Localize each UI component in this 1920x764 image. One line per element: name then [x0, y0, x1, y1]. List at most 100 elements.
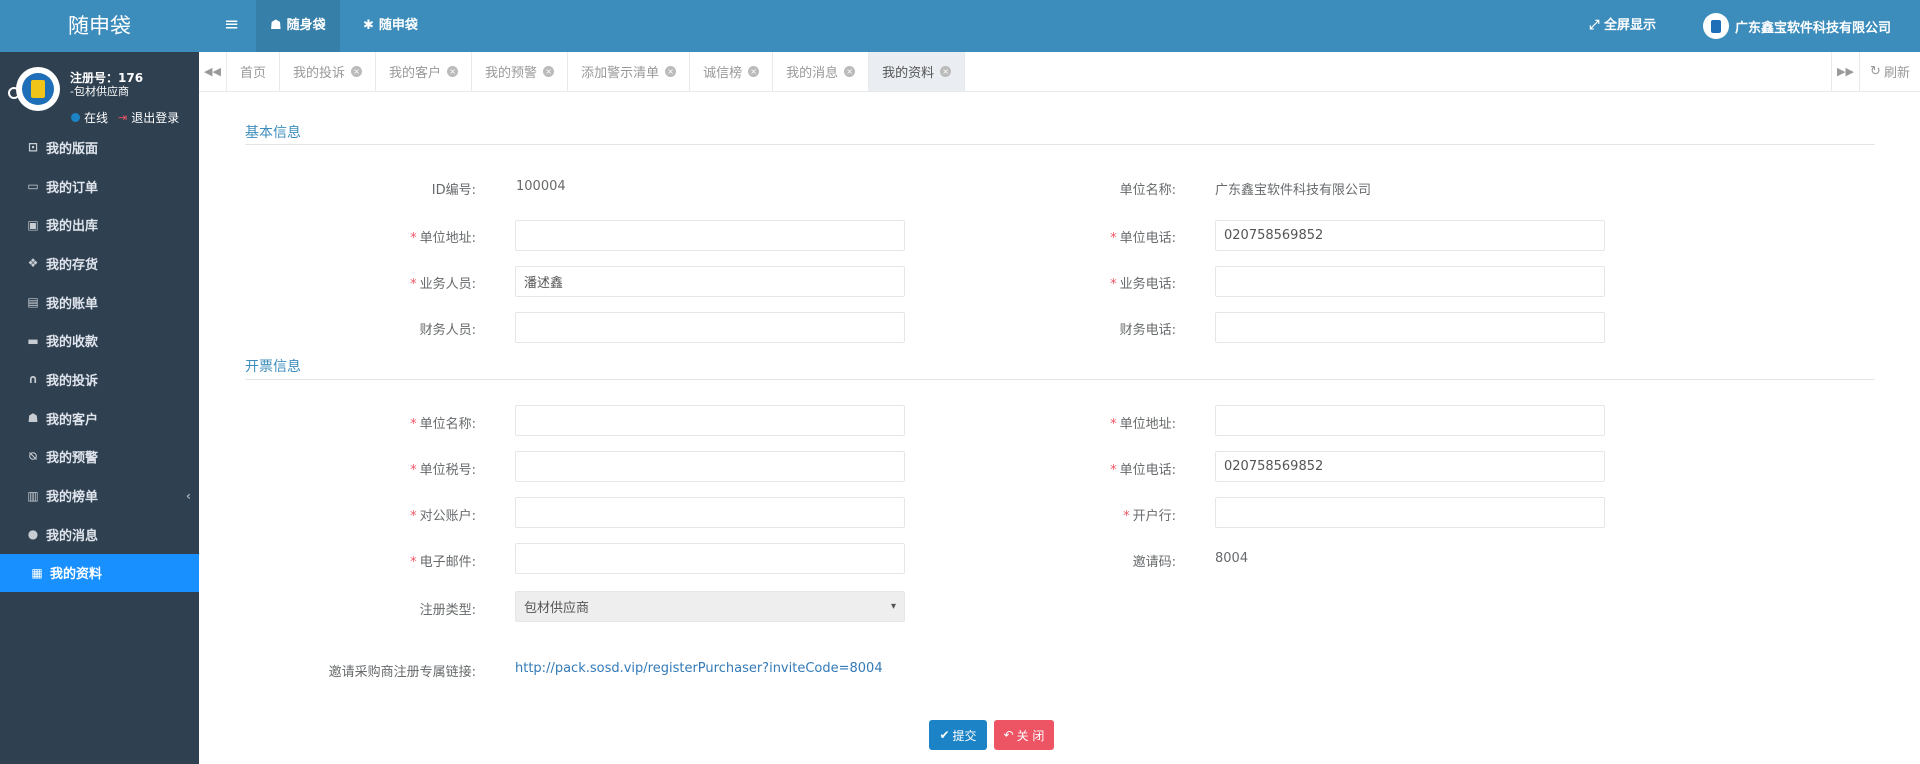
sidebar-item-rankings[interactable]: ▥ 我的榜单 ‹ — [0, 476, 199, 515]
tabs-scroll-left-icon[interactable]: ◀◀ — [199, 52, 227, 91]
registration-type-value: 包材供应商 — [524, 601, 590, 616]
tab-label: 我的预警 — [485, 66, 538, 81]
refresh-button[interactable]: ↻ 刷新 — [1859, 52, 1920, 91]
top-tab-suishendai[interactable]: ☗ 随身袋 — [256, 0, 340, 52]
registration-type-label: 注册类型: — [419, 603, 476, 618]
invoice-unit-address-label: * 单位地址: — [1110, 417, 1176, 432]
close-icon[interactable]: × — [543, 66, 555, 77]
sidebar-item-label: 我的榜单 — [46, 490, 99, 506]
tab-home[interactable]: 首页 — [227, 52, 281, 91]
check-icon: ✔ — [939, 728, 950, 742]
user-panel: 注册号：176 -包材供应商 在线 ⇥ 退出登录 — [0, 52, 199, 128]
credit-card-icon: ▬ — [27, 333, 39, 348]
divider — [245, 144, 1875, 145]
online-dot-icon — [71, 113, 80, 122]
tab-label: 首页 — [240, 66, 267, 81]
close-icon[interactable]: × — [844, 66, 856, 77]
monitor-icon: ⊡ — [27, 140, 39, 155]
sidebar-item-label: 我的版面 — [46, 141, 99, 157]
page-tabs: 首页 我的投诉 × 我的客户 × 我的预警 × 添加警示清单 × 诚信榜 × 我的消息 × … — [227, 52, 966, 91]
sidebar-item-inventory[interactable]: ❖ 我的存货 — [0, 244, 199, 283]
sidebar-item-label: 我的资料 — [50, 567, 103, 583]
bell-slash-icon: ⍉ — [29, 449, 37, 464]
tab-alerts[interactable]: 我的预警 × — [472, 52, 569, 91]
finance-label: 财务人员: — [419, 323, 476, 338]
sidebar-item-profile[interactable]: ▦ 我的资料 — [0, 553, 199, 593]
users-icon: ☗ — [270, 18, 282, 33]
logout-link[interactable]: ⇥ 退出登录 — [118, 109, 179, 126]
corporate-account-label: * 对公账户: — [410, 509, 476, 524]
finance-input[interactable] — [515, 312, 905, 343]
tab-customers[interactable]: 我的客户 × — [376, 52, 473, 91]
close-icon[interactable]: × — [351, 66, 363, 77]
sidebar-item-label: 我的收款 — [46, 335, 99, 351]
finance-phone-label: 财务电话: — [1119, 323, 1176, 338]
desktop-icon: ▭ — [27, 179, 39, 194]
refresh-icon: ↻ — [1870, 64, 1881, 79]
invoice-unit-address-input[interactable] — [1215, 405, 1605, 436]
sidebar-item-outbound[interactable]: ▣ 我的出库 — [0, 205, 199, 244]
online-status-label: 在线 — [84, 111, 109, 125]
sidebar-item-orders[interactable]: ▭ 我的订单 — [0, 167, 199, 206]
users-icon: ☗ — [27, 411, 39, 426]
tab-label: 我的客户 — [389, 66, 442, 81]
sidebar-item-receipts[interactable]: ▬ 我的收款 — [0, 321, 199, 360]
close-icon[interactable]: × — [665, 66, 677, 77]
registration-type-select[interactable]: 包材供应商 ▾ — [515, 591, 905, 622]
tax-number-input[interactable] — [515, 451, 905, 482]
reply-icon: ↶ — [1003, 728, 1014, 742]
tab-add-warning-list[interactable]: 添加警示清单 × — [568, 52, 691, 91]
tab-complaints[interactable]: 我的投诉 × — [280, 52, 377, 91]
bank-label: * 开户行: — [1123, 509, 1176, 524]
sales-phone-input[interactable] — [1215, 266, 1605, 297]
sidebar-item-customers[interactable]: ☗ 我的客户 — [0, 399, 199, 438]
invoice-unit-phone-input[interactable] — [1215, 451, 1605, 482]
tab-profile[interactable]: 我的资料 × — [869, 52, 966, 91]
bank-input[interactable] — [1215, 497, 1605, 528]
finance-phone-input[interactable] — [1215, 312, 1605, 343]
unit-phone-label: * 单位电话: — [1110, 231, 1176, 246]
close-icon[interactable]: × — [447, 66, 459, 77]
sidebar-item-complaints[interactable]: ∩ 我的投诉 — [0, 360, 199, 399]
avatar[interactable] — [16, 67, 60, 111]
salesman-label: * 业务人员: — [410, 277, 476, 292]
salesman-input[interactable] — [515, 266, 905, 297]
invoice-unit-name-input[interactable] — [515, 405, 905, 436]
sidebar-item-messages[interactable]: ● 我的消息 — [0, 515, 199, 554]
top-tab-suishendai-2[interactable]: ✱ 随申袋 — [349, 0, 432, 52]
refresh-label: 刷新 — [1883, 66, 1910, 81]
email-label: * 电子邮件: — [410, 555, 476, 570]
unit-address-input[interactable] — [515, 220, 905, 251]
close-icon[interactable]: × — [940, 66, 952, 77]
sidebar-item-layout[interactable]: ⊡ 我的版面 — [0, 128, 199, 167]
sidebar-item-label: 我的账单 — [46, 296, 99, 312]
menu-toggle-icon[interactable]: ≡ — [224, 14, 239, 35]
corporate-account-input[interactable] — [515, 497, 905, 528]
tab-label: 我的消息 — [786, 66, 839, 81]
expand-icon: ⤢ — [1589, 18, 1600, 33]
invite-link[interactable]: http://pack.sosd.vip/registerPurchaser?i… — [515, 661, 883, 676]
tax-number-label: * 单位税号: — [410, 463, 476, 478]
tab-integrity-board[interactable]: 诚信榜 × — [690, 52, 774, 91]
tab-messages[interactable]: 我的消息 × — [773, 52, 870, 91]
unit-phone-input[interactable] — [1215, 220, 1605, 251]
email-field[interactable] — [515, 543, 905, 574]
submit-button[interactable]: ✔ 提交 — [929, 720, 987, 750]
invite-code-label: 邀请码: — [1132, 555, 1176, 570]
sidebar-item-label: 我的订单 — [46, 180, 99, 196]
fullscreen-button[interactable]: ⤢ 全屏显示 — [1589, 0, 1656, 52]
company-menu[interactable]: 广东鑫宝软件科技有限公司 — [1703, 13, 1891, 39]
sidebar-item-label: 我的客户 — [46, 412, 99, 428]
brand-title: 随申袋 — [0, 0, 199, 52]
tabs-scroll-right-icon[interactable]: ▶▶ — [1831, 52, 1859, 91]
online-status: 在线 — [71, 109, 108, 126]
sidebar-item-alerts[interactable]: ⍉ 我的预警 — [0, 438, 199, 477]
tab-label: 我的投诉 — [293, 66, 346, 81]
sidebar-item-bills[interactable]: ▤ 我的账单 — [0, 283, 199, 322]
close-icon[interactable]: × — [748, 66, 760, 77]
top-tab-label: 随申袋 — [378, 18, 418, 33]
sidebar: 随申袋 注册号：176 -包材供应商 在线 ⇥ 退出登录 ⊡ 我的版面 ▭ 我的订单… — [0, 0, 199, 764]
ledger-icon: ▤ — [27, 295, 39, 310]
registration-type: -包材供应商 — [70, 85, 129, 98]
close-button[interactable]: ↶ 关 闭 — [994, 720, 1054, 750]
